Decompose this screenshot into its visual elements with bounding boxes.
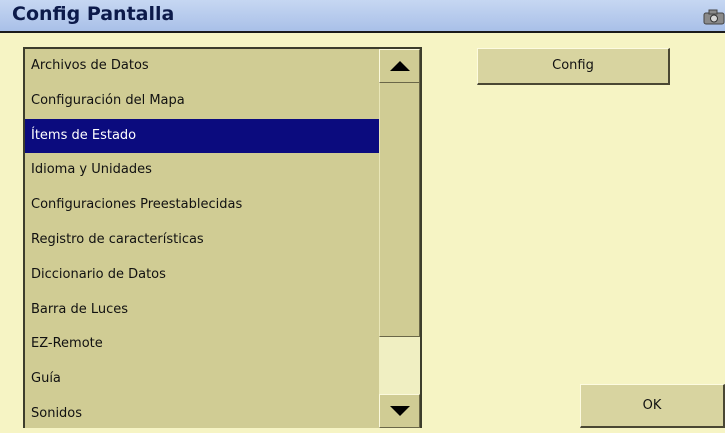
settings-list[interactable]: Archivos de Datos Configuración del Mapa… [23, 47, 379, 428]
ok-button[interactable]: OK [580, 384, 725, 428]
list-item-selected[interactable]: Ítems de Estado [25, 118, 379, 154]
list-item[interactable]: EZ-Remote [25, 327, 379, 362]
list-item[interactable]: Archivos de Datos [25, 49, 379, 84]
arrow-up-icon [390, 61, 410, 71]
list-item[interactable]: Sonidos [25, 397, 379, 428]
scroll-up-button[interactable] [379, 49, 420, 83]
camera-icon[interactable] [703, 9, 725, 25]
scroll-thumb[interactable] [379, 83, 420, 337]
list-item[interactable]: Idioma y Unidades [25, 153, 379, 188]
list-item[interactable]: Registro de características [25, 223, 379, 258]
list-item[interactable]: Configuración del Mapa [25, 84, 379, 119]
scroll-down-button[interactable] [379, 394, 420, 428]
list-item[interactable]: Diccionario de Datos [25, 258, 379, 293]
scrollbar[interactable] [379, 47, 422, 428]
config-button[interactable]: Config [477, 48, 670, 85]
list-item[interactable]: Configuraciones Preestablecidas [25, 188, 379, 223]
list-item[interactable]: Guía [25, 362, 379, 397]
arrow-down-icon [390, 406, 410, 416]
title-bar: Config Pantalla [0, 0, 725, 33]
window-title: Config Pantalla [12, 3, 175, 25]
list-item[interactable]: Barra de Luces [25, 293, 379, 328]
